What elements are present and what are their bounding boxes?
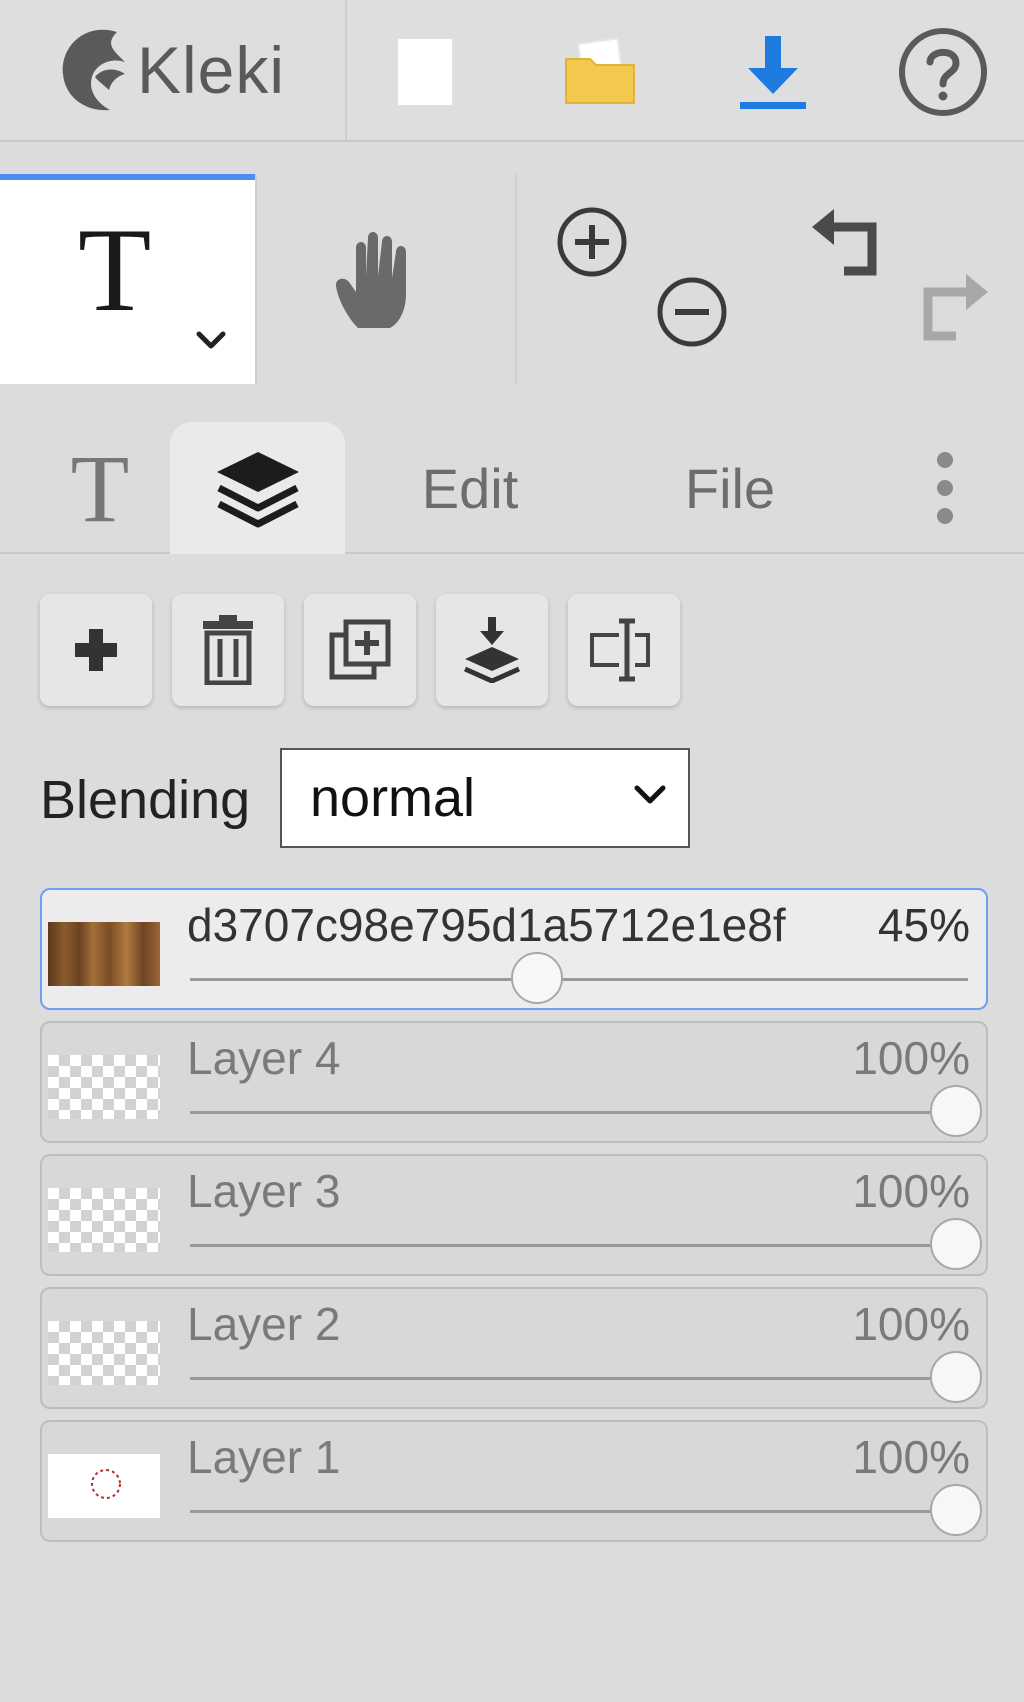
opacity-slider-track[interactable]: [190, 978, 968, 981]
top-bar: Kleki: [0, 0, 1024, 142]
layer-name: Layer 3: [187, 1165, 341, 1217]
zoom-out-icon[interactable]: [655, 275, 729, 349]
kleki-logo[interactable]: Kleki: [55, 22, 285, 117]
layer-thumbnail: [48, 922, 160, 986]
tool-divider: [255, 174, 257, 384]
opacity-slider-handle[interactable]: [930, 1218, 982, 1270]
merge-down-icon: [463, 617, 521, 683]
blending-value: normal: [310, 768, 476, 828]
new-image-button[interactable]: [370, 22, 480, 122]
layer-opacity-value: 100%: [852, 1165, 970, 1217]
hand-tool-button[interactable]: [320, 214, 440, 344]
layer-thumbnail: [48, 1055, 160, 1119]
opacity-slider-handle[interactable]: [511, 952, 564, 1004]
plus-icon: [75, 629, 117, 671]
more-menu-button[interactable]: [920, 422, 970, 554]
undo-icon[interactable]: [810, 205, 890, 283]
layer-name: Layer 4: [187, 1032, 341, 1084]
save-button[interactable]: [718, 22, 828, 122]
opacity-slider-handle[interactable]: [930, 1484, 982, 1536]
layer-name: Layer 1: [187, 1431, 341, 1483]
merge-down-button[interactable]: [436, 594, 548, 706]
duplicate-layer-button[interactable]: [304, 594, 416, 706]
layers-panel: Blending normal d3707c98e795d1a5712e1e8f…: [0, 554, 1024, 1702]
zoom-in-icon[interactable]: [555, 205, 629, 279]
layer-opacity-value: 100%: [852, 1431, 970, 1483]
layer-row[interactable]: Layer 4 100%: [40, 1021, 988, 1143]
rename-layer-button[interactable]: [568, 594, 680, 706]
layer-row[interactable]: Layer 1 100%: [40, 1420, 988, 1542]
kleki-logo-icon: [62, 29, 125, 111]
opacity-slider-track[interactable]: [190, 1510, 968, 1513]
layer-thumbnail: [48, 1454, 160, 1518]
layer-opacity-value: 100%: [852, 1298, 970, 1350]
tab-edit[interactable]: Edit: [395, 422, 545, 554]
text-tool-icon: T: [78, 203, 152, 336]
layer-thumbnail: [48, 1188, 160, 1252]
app-name: Kleki: [137, 32, 286, 107]
chevron-down-icon: [634, 785, 666, 804]
tab-file[interactable]: File: [660, 422, 800, 554]
tab-text[interactable]: T: [40, 422, 160, 554]
more-vertical-icon: [937, 452, 953, 524]
opacity-slider-track[interactable]: [190, 1377, 968, 1380]
layers-icon: [216, 452, 299, 528]
top-divider: [345, 0, 347, 140]
rename-icon: [590, 618, 650, 682]
layer-row[interactable]: Layer 2 100%: [40, 1287, 988, 1409]
blending-label: Blending: [40, 770, 251, 830]
tab-layers[interactable]: [170, 422, 345, 554]
open-file-button[interactable]: [545, 22, 655, 122]
layer-thumbnail-mark: [91, 1469, 121, 1499]
layer-opacity-value: 100%: [852, 1032, 970, 1084]
new-page-icon: [396, 37, 454, 107]
hand-icon: [335, 232, 406, 328]
folder-icon: [565, 37, 635, 104]
opacity-slider-track[interactable]: [190, 1244, 968, 1247]
panel-tabs: T Edit File: [0, 384, 1024, 554]
duplicate-icon: [329, 619, 391, 680]
layer-name: Layer 2: [187, 1298, 341, 1350]
layer-row[interactable]: d3707c98e795d1a5712e1e8f 45%: [40, 888, 988, 1010]
layer-name: d3707c98e795d1a5712e1e8f: [187, 899, 786, 951]
opacity-slider-handle[interactable]: [930, 1351, 982, 1403]
download-icon: [740, 36, 806, 109]
opacity-slider-handle[interactable]: [930, 1085, 982, 1137]
layer-row[interactable]: Layer 3 100%: [40, 1154, 988, 1276]
redo-icon[interactable]: [910, 270, 990, 348]
blending-select[interactable]: normal: [280, 748, 690, 848]
layer-thumbnail: [48, 1321, 160, 1385]
delete-layer-button[interactable]: [172, 594, 284, 706]
text-tool-button[interactable]: T: [0, 174, 255, 384]
chevron-down-icon[interactable]: [196, 330, 226, 350]
help-icon: [899, 28, 987, 116]
opacity-slider-track[interactable]: [190, 1111, 968, 1114]
layer-opacity-value: 45%: [877, 899, 970, 951]
help-button[interactable]: [888, 22, 998, 122]
tool-divider-2: [515, 174, 517, 384]
trash-icon: [203, 615, 253, 685]
add-layer-button[interactable]: [40, 594, 152, 706]
